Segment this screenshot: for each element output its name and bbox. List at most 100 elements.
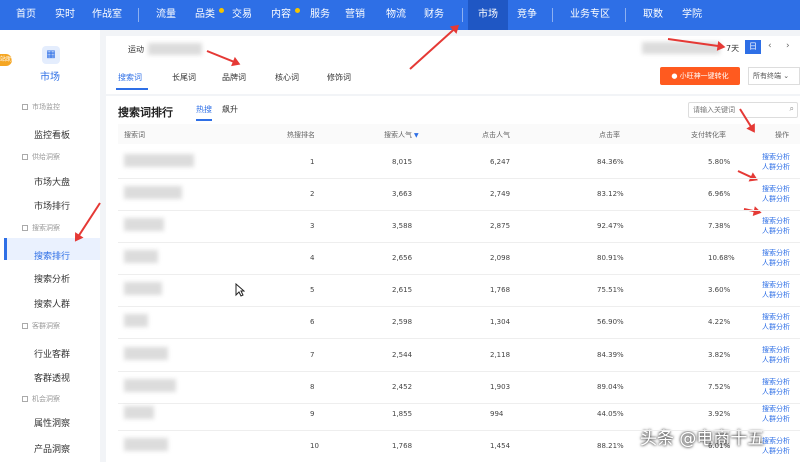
cell-search_pop: 2,544	[392, 351, 413, 359]
nav-item-13[interactable]: 业务专区	[570, 0, 610, 30]
column-header-label: 搜索词	[124, 131, 145, 139]
sidebar-section-3: 客群洞察	[22, 321, 60, 331]
sidebar-section-label: 市场监控	[32, 103, 60, 111]
search-input-field[interactable]	[689, 103, 779, 117]
period-day-button[interactable]: 日	[745, 40, 761, 54]
crowd-analysis-link[interactable]: 人群分析	[762, 258, 790, 268]
sidebar-section-label: 搜索洞察	[32, 224, 60, 232]
tab-2[interactable]: 品牌词	[222, 72, 246, 83]
chevron-down-icon: ⌄	[783, 72, 790, 80]
period-7d-button[interactable]: 7天	[726, 43, 739, 54]
chevron-right-icon[interactable]: ›	[786, 41, 790, 51]
section-icon	[22, 323, 28, 329]
nav-item-4[interactable]: 品类	[195, 0, 215, 30]
crowd-analysis-link[interactable]: 人群分析	[762, 322, 790, 332]
cell-search_pop: 3,588	[392, 222, 413, 230]
promo-button[interactable]: ● 小旺神一键转化	[660, 67, 740, 85]
sidebar-item-3-1[interactable]: 客群透视	[34, 371, 70, 384]
nav-item-12[interactable]: 竞争	[517, 0, 537, 30]
category-label[interactable]: 运动	[128, 44, 144, 55]
search-analysis-link[interactable]: 搜索分析	[762, 216, 790, 226]
nav-item-3[interactable]: 流量	[156, 0, 176, 30]
row-divider	[118, 178, 800, 179]
nav-item-9[interactable]: 物流	[386, 0, 406, 30]
nav-item-2[interactable]: 作战室	[92, 0, 122, 30]
crowd-analysis-link[interactable]: 人群分析	[762, 414, 790, 424]
sidebar-item-2-0[interactable]: 搜索排行	[34, 249, 70, 262]
subtab-1[interactable]: 飙升	[222, 104, 238, 115]
cell-ctr: 89.04%	[597, 383, 624, 391]
cell-rank: 1	[310, 158, 315, 166]
row-divider	[118, 338, 800, 339]
subtab-0[interactable]: 热搜	[196, 104, 212, 115]
search-analysis-link[interactable]: 搜索分析	[762, 280, 790, 290]
sidebar-item-2-2[interactable]: 搜索人群	[34, 297, 70, 310]
watermark: 头条 @电商十五	[640, 429, 765, 449]
column-header-5[interactable]: 支付转化率	[691, 130, 726, 140]
column-header-label: 点击人气	[482, 131, 510, 139]
crowd-analysis-link[interactable]: 人群分析	[762, 226, 790, 236]
search-analysis-link[interactable]: 搜索分析	[762, 436, 790, 446]
tab-1[interactable]: 长尾词	[172, 72, 196, 83]
column-header-3[interactable]: 点击人气	[482, 130, 510, 140]
column-header-1[interactable]: 热搜排名	[287, 130, 315, 140]
terminal-select[interactable]: 所有终端 ⌄	[748, 67, 800, 85]
sort-desc-icon[interactable]: ▼	[414, 132, 419, 139]
sidebar-active-bar	[4, 238, 7, 260]
subtab-underline	[196, 119, 212, 121]
search-analysis-link[interactable]: 搜索分析	[762, 248, 790, 258]
cell-click_pop: 994	[490, 410, 504, 418]
nav-item-5[interactable]: 交易	[232, 0, 252, 30]
search-icon[interactable]: ⌕	[790, 104, 794, 114]
nav-item-6[interactable]: 内容	[271, 0, 291, 30]
row-divider	[118, 403, 800, 404]
cell-ctr: 88.21%	[597, 442, 624, 450]
cell-search_pop: 1,855	[392, 410, 413, 418]
cell-ctr: 84.36%	[597, 158, 624, 166]
search-analysis-link[interactable]: 搜索分析	[762, 152, 790, 162]
search-analysis-link[interactable]: 搜索分析	[762, 345, 790, 355]
nav-item-11[interactable]: 市场	[468, 0, 508, 30]
tab-4[interactable]: 修饰词	[327, 72, 351, 83]
nav-separator	[138, 8, 139, 22]
cell-rank: 2	[310, 190, 315, 198]
nav-item-8[interactable]: 营销	[345, 0, 365, 30]
nav-item-15[interactable]: 学院	[682, 0, 702, 30]
cell-cvr: 7.38%	[708, 222, 731, 230]
cell-rank: 10	[310, 442, 319, 450]
search-analysis-link[interactable]: 搜索分析	[762, 184, 790, 194]
sidebar-item-4-0[interactable]: 属性洞察	[34, 416, 70, 429]
blurred-category	[148, 43, 202, 55]
assistant-badge[interactable]: 站助	[0, 54, 12, 66]
nav-item-0[interactable]: 首页	[16, 0, 36, 30]
crowd-analysis-link[interactable]: 人群分析	[762, 194, 790, 204]
crowd-analysis-link[interactable]: 人群分析	[762, 290, 790, 300]
section-icon	[22, 154, 28, 160]
column-header-4[interactable]: 点击率	[599, 130, 620, 140]
blurred-keyword	[124, 406, 154, 419]
sidebar-item-4-1[interactable]: 产品洞察	[34, 442, 70, 455]
sidebar-item-1-1[interactable]: 市场排行	[34, 199, 70, 212]
cell-ctr: 44.05%	[597, 410, 624, 418]
crowd-analysis-link[interactable]: 人群分析	[762, 446, 790, 456]
crowd-analysis-link[interactable]: 人群分析	[762, 387, 790, 397]
search-analysis-link[interactable]: 搜索分析	[762, 404, 790, 414]
nav-item-10[interactable]: 财务	[424, 0, 444, 30]
nav-item-14[interactable]: 取数	[643, 0, 663, 30]
nav-item-1[interactable]: 实时	[55, 0, 75, 30]
column-header-label: 点击率	[599, 131, 620, 139]
blurred-keyword	[124, 154, 194, 167]
column-header-2[interactable]: 搜索人气 ▼	[384, 130, 419, 140]
sidebar-item-1-0[interactable]: 市场大盘	[34, 175, 70, 188]
sidebar-item-2-1[interactable]: 搜索分析	[34, 272, 70, 285]
chevron-left-icon[interactable]: ‹	[768, 41, 772, 51]
tab-0[interactable]: 搜索词	[118, 72, 142, 83]
crowd-analysis-link[interactable]: 人群分析	[762, 162, 790, 172]
sidebar-item-3-0[interactable]: 行业客群	[34, 347, 70, 360]
crowd-analysis-link[interactable]: 人群分析	[762, 355, 790, 365]
nav-item-7[interactable]: 服务	[310, 0, 330, 30]
sidebar-item-0-0[interactable]: 监控看板	[34, 128, 70, 141]
search-analysis-link[interactable]: 搜索分析	[762, 312, 790, 322]
tab-3[interactable]: 核心词	[275, 72, 299, 83]
search-analysis-link[interactable]: 搜索分析	[762, 377, 790, 387]
